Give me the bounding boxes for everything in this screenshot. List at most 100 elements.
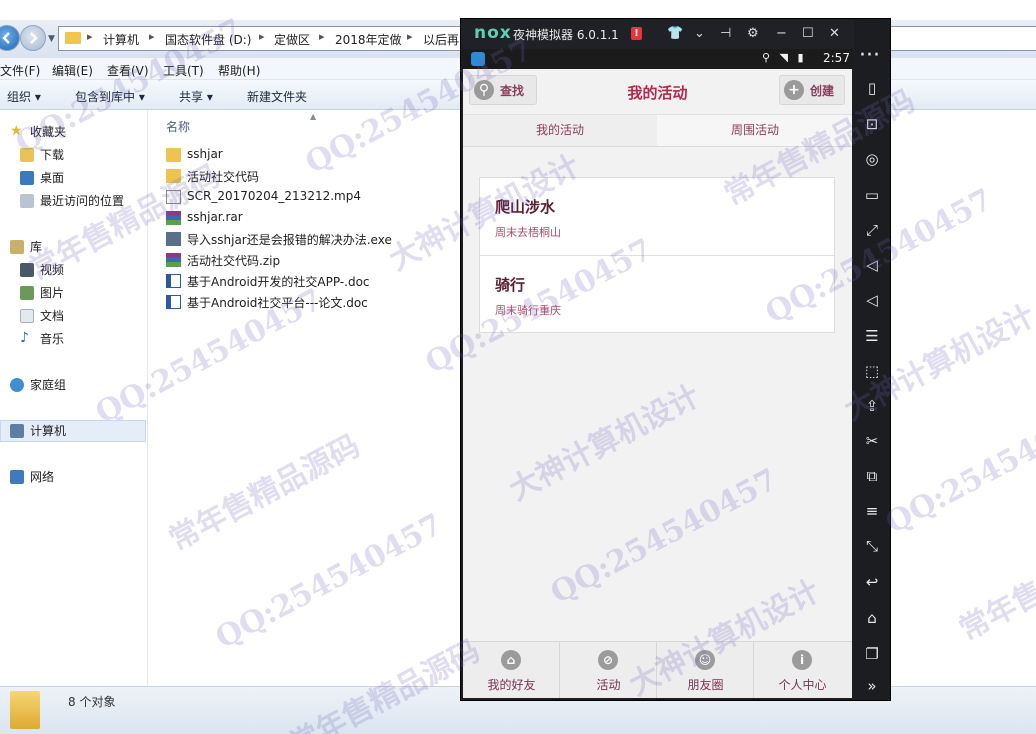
breadcrumb-later[interactable]: 以后再 [423,31,459,48]
resize-icon[interactable]: ⤡ [863,537,881,555]
tab-bar: 我的活动 周围活动 [463,115,852,147]
arrow-right-icon [30,32,38,44]
nav-moments[interactable]: ☺ 朋友圈 [657,642,754,698]
breadcrumb-2018[interactable]: 2018年定做 [335,31,402,48]
pin-icon[interactable]: ⊣ [720,26,731,41]
organize-button[interactable]: 组织 ▾ [7,88,41,105]
menu-tools[interactable]: 工具(T) [163,62,204,79]
activity-item[interactable]: 爬山涉水 周末去梧桐山 [480,178,834,255]
more-icon[interactable]: ··· [859,43,880,68]
apk-icon[interactable]: ⇪ [863,397,881,415]
executable-icon [166,232,181,246]
arrow-left-icon [2,32,10,44]
archive-icon [166,211,181,225]
bottom-navigation: ⌂ 我的好友 ⊘ 活动 ☺ 朋友圈 i 个人中心 [463,641,852,698]
volume-down-icon[interactable]: ◁ [863,291,881,309]
status-time: 2:57 [823,51,850,65]
breadcrumb-custom-area[interactable]: 定做区 [274,31,310,48]
network-icon [10,470,24,484]
chevron-right-icon: ▸ [259,30,265,43]
chevron-right-icon: ▸ [87,30,93,43]
tab-nearby-activities[interactable]: 周围活动 [658,115,852,146]
signal-battery-icon: ⚲ ◥ ▮ [762,51,807,64]
document-icon [20,309,34,323]
star-icon: ★ [10,123,23,139]
activity-list: 爬山涉水 周末去梧桐山 骑行 周末骑行重庆 [479,177,835,333]
folder-icon [166,169,181,183]
recent-places-icon [20,194,34,208]
recent-pages-dropdown[interactable]: ▼ [48,34,55,44]
nox-logo: nox [474,23,512,43]
screen-icon[interactable]: ▭ [863,186,881,204]
close-icon[interactable]: ✕ [829,26,840,41]
library-icon [10,240,24,254]
include-in-library-button[interactable]: 包含到库中 ▾ [75,88,145,105]
sort-up-icon: ▲ [310,112,317,121]
minimize-icon[interactable]: − [776,26,787,41]
breadcrumb-drive[interactable]: 国态软件盘 (D:) [165,31,251,48]
home-icon[interactable]: ⌂ [863,609,881,627]
music-icon: ♪ [20,330,29,346]
share-button[interactable]: 共享 ▾ [179,88,213,105]
menu-icon[interactable]: ≡ [863,502,881,520]
tab-my-activities[interactable]: 我的活动 [463,115,657,146]
info-icon: i [792,650,812,670]
archive-icon [166,253,181,267]
chevron-right-icon: ▸ [149,30,155,43]
word-document-icon [166,295,181,309]
location-icon[interactable]: ◎ [863,150,881,168]
maximize-icon[interactable]: ☐ [802,26,814,41]
fullscreen-icon[interactable]: ⤢ [863,221,881,239]
video-file-icon [166,190,181,204]
home-icon: ⌂ [501,650,521,670]
emulator-title-bar[interactable]: nox 夜神模拟器 6.0.1.1 ! 👕 ⌄ ⊣ ⚙ − ☐ ✕ [461,19,854,49]
back-icon[interactable]: ↩ [863,573,881,591]
macro-icon[interactable]: ⬚ [863,362,881,380]
word-document-icon [166,274,181,288]
nav-my-friends[interactable]: ⌂ 我的好友 [463,642,560,698]
item-count: 8 个对象 [68,695,116,709]
alert-badge[interactable]: ! [631,27,642,40]
desktop-icon [20,171,34,185]
create-button[interactable]: + 创建 [779,75,845,105]
scissors-icon[interactable]: ✂ [863,432,881,450]
robot-icon[interactable]: ⊡ [863,115,881,133]
shirt-icon[interactable]: 👕 [667,26,683,41]
multi-window-icon[interactable]: ⧉ [863,467,881,485]
emulator-title: 夜神模拟器 6.0.1.1 [513,28,619,42]
emulator-toolbar: ··· ▯ ⊡ ◎ ▭ ⤢ ◁ ◁ ☰ ⬚ ⇪ ✂ ⧉ ≡ ⤡ ↩ ⌂ ❐ » [854,43,890,700]
folder-icon [10,691,40,729]
activity-subtitle: 周末骑行重庆 [495,304,561,317]
chevron-right-icon: ▸ [407,30,413,43]
back-button[interactable] [0,25,20,51]
menu-file[interactable]: 文件(F) [0,62,40,79]
recent-apps-icon[interactable]: ❐ [863,645,881,663]
column-header-name[interactable]: 名称 [166,118,190,135]
menu-edit[interactable]: 编辑(E) [52,62,93,79]
chevron-down-icon[interactable]: ⌄ [694,26,705,41]
nav-profile[interactable]: i 个人中心 [754,642,852,698]
activity-title: 骑行 [495,276,526,294]
emulator-window: nox 夜神模拟器 6.0.1.1 ! 👕 ⌄ ⊣ ⚙ − ☐ ✕ ··· ▯ … [461,19,890,700]
volume-up-icon[interactable]: ◁ [863,256,881,274]
folder-icon [166,148,181,162]
shake-icon[interactable]: ▯ [863,79,881,97]
nav-activities[interactable]: ⊘ 活动 [560,642,657,698]
breadcrumb-computer[interactable]: 计算机 [103,31,139,48]
menu-help[interactable]: 帮助(H) [218,62,260,79]
menu-view[interactable]: 查看(V) [107,62,149,79]
folder-icon [65,32,81,44]
expand-icon[interactable]: » [863,677,881,695]
app-notification-icon [471,52,485,66]
new-folder-button[interactable]: 新建文件夹 [247,88,307,105]
activity-item[interactable]: 骑行 周末骑行重庆 [480,255,834,332]
phone-screen: ⚲ ◥ ▮ 2:57 ⚲ 查找 我的活动 + 创建 我的活动 周围活动 爬山涉水… [463,49,852,698]
stack-icon[interactable]: ☰ [863,327,881,345]
user-icon: ☺ [695,650,715,670]
android-status-bar: ⚲ ◥ ▮ 2:57 [463,49,852,69]
plus-icon: + [784,80,804,100]
chevron-right-icon: ▸ [319,30,325,43]
homegroup-icon [10,378,24,392]
gear-icon[interactable]: ⚙ [747,26,759,41]
forward-button[interactable] [20,25,46,51]
